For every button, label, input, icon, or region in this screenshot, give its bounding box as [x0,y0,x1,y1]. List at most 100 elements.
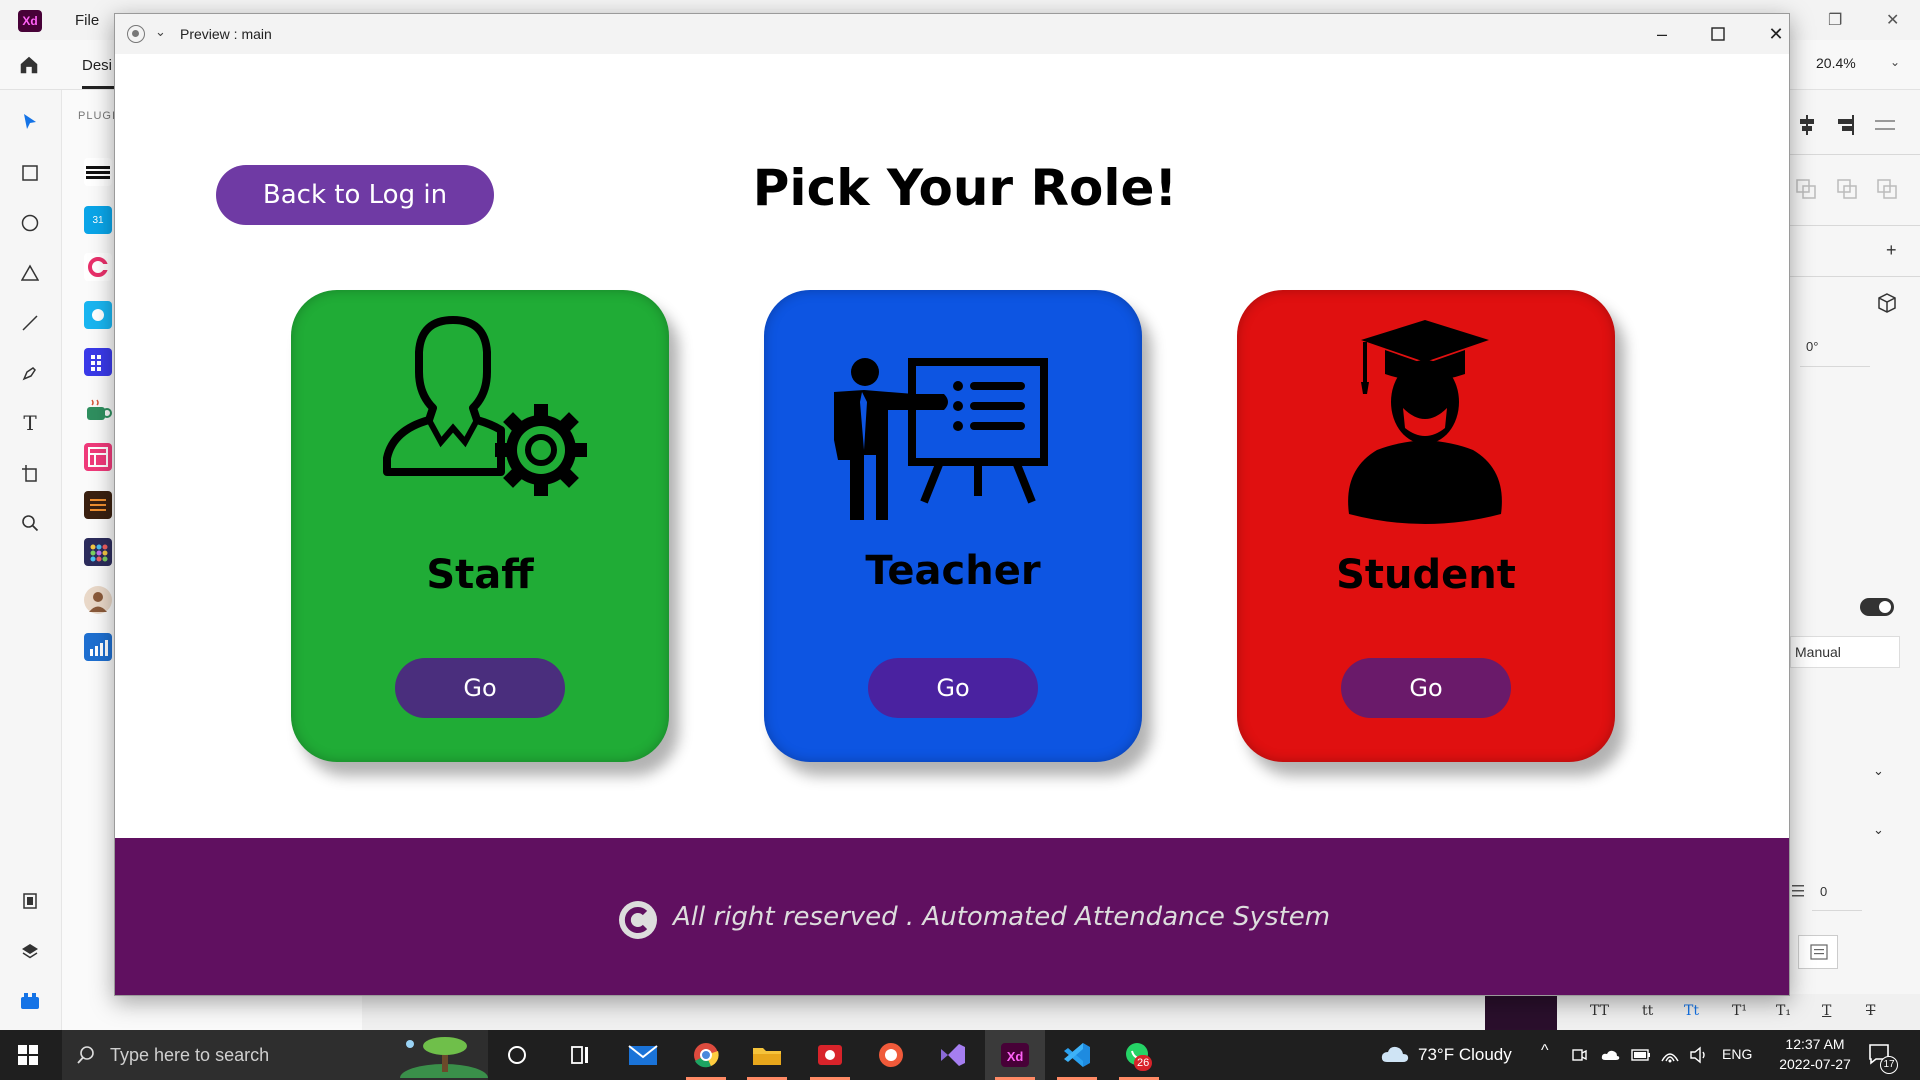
preview-content: Back to Log in Pick Your Role! Staff Go … [115,54,1789,995]
student-go-button[interactable]: Go [1341,658,1511,718]
staff-label: Staff [426,552,534,598]
plugin-c-icon[interactable] [84,253,112,281]
text-tool-icon[interactable]: T [19,411,41,435]
onedrive-icon[interactable] [1600,1046,1620,1064]
3d-transform-icon[interactable] [1876,292,1898,314]
plugin-coffee-icon[interactable] [84,396,112,424]
layout-mode-field[interactable]: Manual [1790,636,1900,668]
assets-icon[interactable] [19,890,41,912]
xd-logo-icon: Xd [18,10,42,32]
staff-card[interactable]: Staff Go [291,290,669,762]
rotation-underline [1800,366,1870,367]
weather-text[interactable]: 73°F Cloudy [1418,1045,1512,1065]
maximize-icon[interactable] [1703,20,1733,48]
responsive-resize-toggle[interactable] [1860,598,1894,616]
zoom-tool-icon[interactable] [19,512,41,534]
close-icon[interactable]: ✕ [1761,20,1791,48]
student-card[interactable]: Student Go [1237,290,1615,762]
divider [1790,276,1920,277]
chevron-up-icon[interactable]: ^ [1541,1042,1549,1060]
task-view-icon[interactable] [563,1040,597,1070]
adobe-xd-icon[interactable]: Xd [998,1040,1032,1070]
volume-icon[interactable] [1689,1045,1709,1065]
svg-text:Xd: Xd [1007,1049,1024,1064]
strikethrough-icon[interactable]: T [1866,1003,1875,1019]
spacing-value[interactable]: 0 [1820,884,1827,899]
chrome-icon[interactable] [689,1040,723,1070]
plugin-layout-icon[interactable] [84,443,112,471]
rectangle-tool-icon[interactable] [19,162,41,184]
meet-now-icon[interactable] [1570,1046,1588,1064]
vscode-icon[interactable] [1060,1040,1094,1070]
wifi-icon[interactable] [1660,1045,1680,1065]
plugin-chart-icon[interactable] [84,633,112,661]
footer: All right reserved . Automated Attendanc… [115,838,1789,995]
align-center-icon[interactable] [1795,113,1819,137]
polygon-tool-icon[interactable] [19,262,41,284]
restore-icon[interactable]: ❐ [1828,10,1842,30]
rotation-value[interactable]: 0° [1806,339,1818,354]
screen-recorder-icon[interactable] [813,1040,847,1070]
whatsapp-badge: 26 [1134,1055,1153,1071]
plugin-dots-icon[interactable] [84,538,112,566]
divider [1790,154,1920,155]
plugin-grid-icon[interactable] [84,348,112,376]
boolean-add-icon[interactable] [1795,178,1817,200]
superscript-icon[interactable]: T¹ [1732,1003,1747,1019]
taskbar: Type here to search Xd 26 73°F Cloudy ^ … [0,1030,1920,1080]
chevron-down-icon[interactable]: ⌄ [155,24,166,40]
preview-title: Preview : main [180,26,272,42]
search-highlight-icon [400,1037,488,1078]
plugin-search-icon[interactable] [84,301,112,329]
cortana-icon[interactable] [500,1040,534,1070]
distribute-icon[interactable] [1873,113,1897,137]
plugin-list-icon[interactable] [84,491,112,519]
plugin-calendar-icon[interactable]: 31 [84,206,112,234]
menu-file[interactable]: File [75,12,99,29]
back-to-login-button[interactable]: Back to Log in [216,165,494,225]
line-spacing-icon [1792,885,1804,897]
chevron-down-icon[interactable]: ⌄ [1873,822,1884,838]
home-icon[interactable] [18,54,40,76]
chevron-down-icon[interactable]: ⌄ [1873,763,1884,779]
subscript-icon[interactable]: T₁ [1776,1003,1791,1019]
mail-icon[interactable] [626,1040,660,1070]
lowercase-icon[interactable]: tt [1642,1003,1653,1019]
preview-titlebar: ⌄ Preview : main – ✕ [115,14,1789,54]
ellipse-tool-icon[interactable] [19,212,41,234]
language-indicator[interactable]: ENG [1722,1046,1752,1062]
chevron-down-icon[interactable]: ⌄ [1890,55,1900,69]
artboard-tool-icon[interactable] [19,462,41,484]
add-icon[interactable]: + [1886,240,1897,261]
file-explorer-icon[interactable] [750,1040,784,1070]
uppercase-icon[interactable]: TT [1590,1003,1609,1019]
underline-icon[interactable]: T [1822,1003,1831,1019]
camera-app-icon[interactable] [874,1040,908,1070]
plugin-avatar-icon[interactable] [84,586,112,614]
teacher-card[interactable]: Teacher Go [764,290,1142,762]
record-icon[interactable] [127,25,145,43]
line-tool-icon[interactable] [19,312,41,334]
plugin-lines-icon[interactable] [84,158,112,186]
pen-tool-icon[interactable] [19,362,41,384]
battery-icon[interactable] [1631,1048,1651,1062]
titlecase-icon[interactable]: Tt [1684,1003,1699,1019]
minimize-icon[interactable]: – [1647,20,1677,48]
close-icon[interactable]: ✕ [1886,10,1899,30]
tab-design[interactable]: Desi [82,57,112,74]
visual-studio-icon[interactable] [935,1040,969,1070]
text-box-button[interactable] [1798,935,1838,969]
layers-icon[interactable] [19,940,41,962]
align-right-icon[interactable] [1832,113,1856,137]
select-tool-icon[interactable] [19,111,41,133]
boolean-subtract-icon[interactable] [1836,178,1858,200]
windows-start-icon[interactable] [18,1045,38,1065]
staff-go-button[interactable]: Go [395,658,565,718]
boolean-intersect-icon[interactable] [1876,178,1898,200]
plugins-icon[interactable] [19,990,41,1012]
clock[interactable]: 12:37 AM 2022-07-27 [1760,1034,1870,1074]
teacher-go-button[interactable]: Go [868,658,1038,718]
taskbar-search[interactable]: Type here to search [62,1030,488,1080]
search-icon [77,1046,94,1064]
zoom-level[interactable]: 20.4% [1816,55,1856,71]
